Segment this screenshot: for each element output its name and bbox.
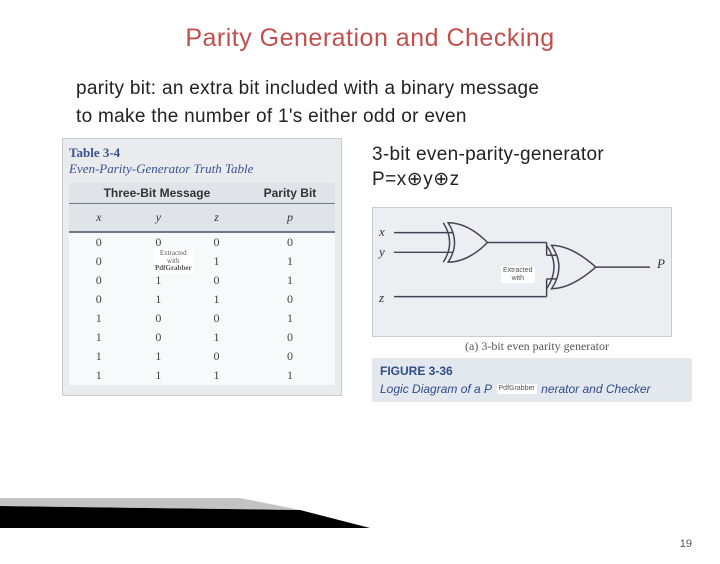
table-caption: Even-Parity-Generator Truth Table	[69, 161, 335, 177]
input-x-label: x	[379, 224, 385, 240]
table-row: 1111	[69, 366, 335, 385]
table-cell: 0	[245, 328, 335, 347]
table-cell: 1	[129, 366, 189, 385]
group-header-parity: Parity Bit	[245, 183, 335, 204]
table-row: 1001	[69, 309, 335, 328]
group-header-msg: Three-Bit Message	[69, 183, 245, 204]
body-text: parity bit: an extra bit included with a…	[76, 75, 716, 130]
table-cell: 0	[69, 290, 129, 309]
col-x: x	[69, 204, 129, 233]
table-row: 0110	[69, 290, 335, 309]
col-y: y	[129, 204, 189, 233]
figure-desc-prefix: Logic Diagram of a P	[380, 382, 492, 396]
table-cell: 0	[245, 347, 335, 366]
table-row: 1010	[69, 328, 335, 347]
table-cell: 0	[129, 328, 189, 347]
truth-table: Three-Bit Message Parity Bit x y z P 000…	[69, 183, 335, 385]
table-cell: 1	[188, 290, 245, 309]
table-cell: 0	[69, 252, 129, 271]
table-row: 0000	[69, 232, 335, 252]
table-cell: 0	[188, 347, 245, 366]
table-cell: 1	[129, 290, 189, 309]
table-cell: 1	[69, 309, 129, 328]
table-cell: 0	[245, 232, 335, 252]
col-z: z	[188, 204, 245, 233]
truth-table-area: Table 3-4 Even-Parity-Generator Truth Ta…	[62, 138, 372, 402]
circuit-caption: (a) 3-bit even parity generator	[372, 339, 702, 354]
slide-title: Parity Generation and Checking	[20, 24, 720, 53]
table-cell: 1	[69, 366, 129, 385]
table-cell: 1	[245, 309, 335, 328]
col-p: P	[245, 204, 335, 233]
parity-formula: P=x⊕y⊕z	[372, 168, 702, 191]
table-row: 0011	[69, 252, 335, 271]
truth-table-image: Table 3-4 Even-Parity-Generator Truth Ta…	[62, 138, 342, 396]
generator-area: 3-bit even-parity-generator P=x⊕y⊕z x y …	[372, 138, 702, 402]
table-cell: 0	[69, 232, 129, 252]
table-cell: 0	[188, 309, 245, 328]
table-label: Table 3-4	[69, 145, 335, 161]
table-cell: 1	[69, 328, 129, 347]
watermark: PdfGrabber	[497, 384, 537, 394]
table-cell: 1	[188, 252, 245, 271]
table-cell: 0	[245, 290, 335, 309]
table-cell: 1	[69, 347, 129, 366]
generator-title: 3-bit even-parity-generator	[372, 144, 702, 166]
figure-caption-strip: FIGURE 3-36 Logic Diagram of a P PdfGrab…	[372, 358, 692, 402]
body-line-1: parity bit: an extra bit included with a…	[76, 75, 716, 103]
table-cell: 0	[188, 271, 245, 290]
output-p-label: P	[657, 256, 665, 272]
table-cell: 0	[69, 271, 129, 290]
watermark: Extractedwith	[501, 266, 535, 283]
table-row: 0101	[69, 271, 335, 290]
figure-desc-suffix: nerator and Checker	[541, 382, 650, 396]
figure-number: FIGURE 3-36	[380, 364, 453, 378]
body-line-2: to make the number of 1's either odd or …	[76, 103, 716, 131]
table-row: 1100	[69, 347, 335, 366]
table-cell: 1	[245, 252, 335, 271]
table-cell: 1	[188, 328, 245, 347]
table-cell: 0	[188, 232, 245, 252]
watermark: ExtractedwithPdfGrabber	[153, 249, 194, 274]
circuit-diagram: x y z P Extractedwith	[372, 207, 672, 337]
table-cell: 0	[129, 309, 189, 328]
table-cell: 1	[129, 347, 189, 366]
input-y-label: y	[379, 244, 385, 260]
table-cell: 1	[188, 366, 245, 385]
table-cell: 1	[245, 271, 335, 290]
input-z-label: z	[379, 290, 384, 306]
table-cell: 1	[245, 366, 335, 385]
content-row: Table 3-4 Even-Parity-Generator Truth Ta…	[0, 138, 720, 402]
bottom-decoration	[0, 498, 370, 528]
